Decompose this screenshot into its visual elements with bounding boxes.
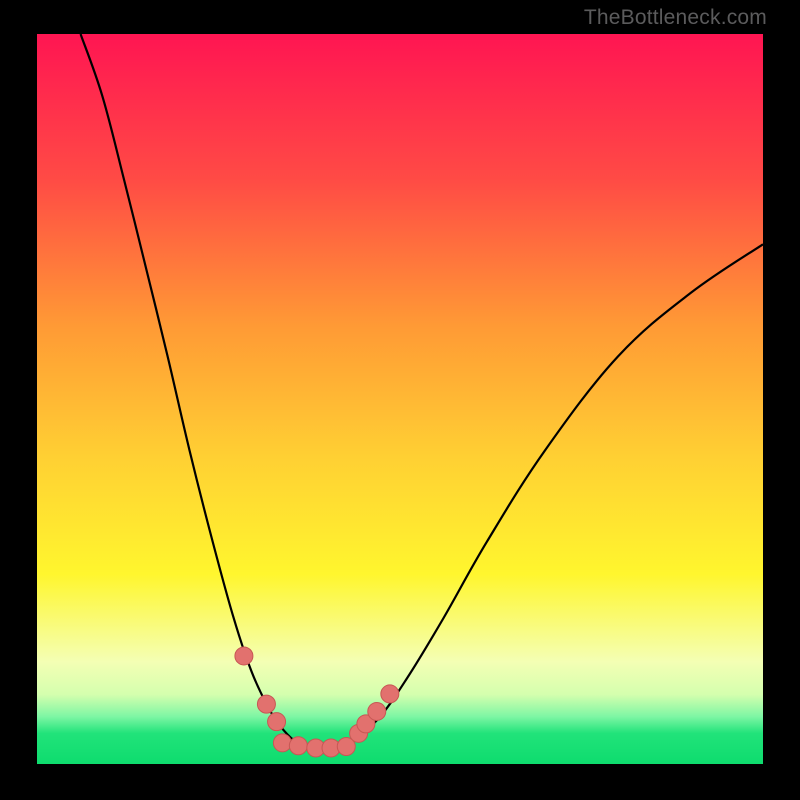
plot-area xyxy=(37,34,763,764)
curve-marker xyxy=(381,685,399,703)
chart-frame: TheBottleneck.com xyxy=(0,0,800,800)
curve-marker xyxy=(368,702,386,720)
curve-marker xyxy=(273,734,291,752)
chart-svg xyxy=(37,34,763,764)
curve-marker xyxy=(289,737,307,755)
curve-marker xyxy=(235,647,253,665)
curve-marker xyxy=(257,695,275,713)
watermark-text: TheBottleneck.com xyxy=(584,6,767,30)
curve-marker xyxy=(268,713,286,731)
gradient-background xyxy=(37,34,763,764)
